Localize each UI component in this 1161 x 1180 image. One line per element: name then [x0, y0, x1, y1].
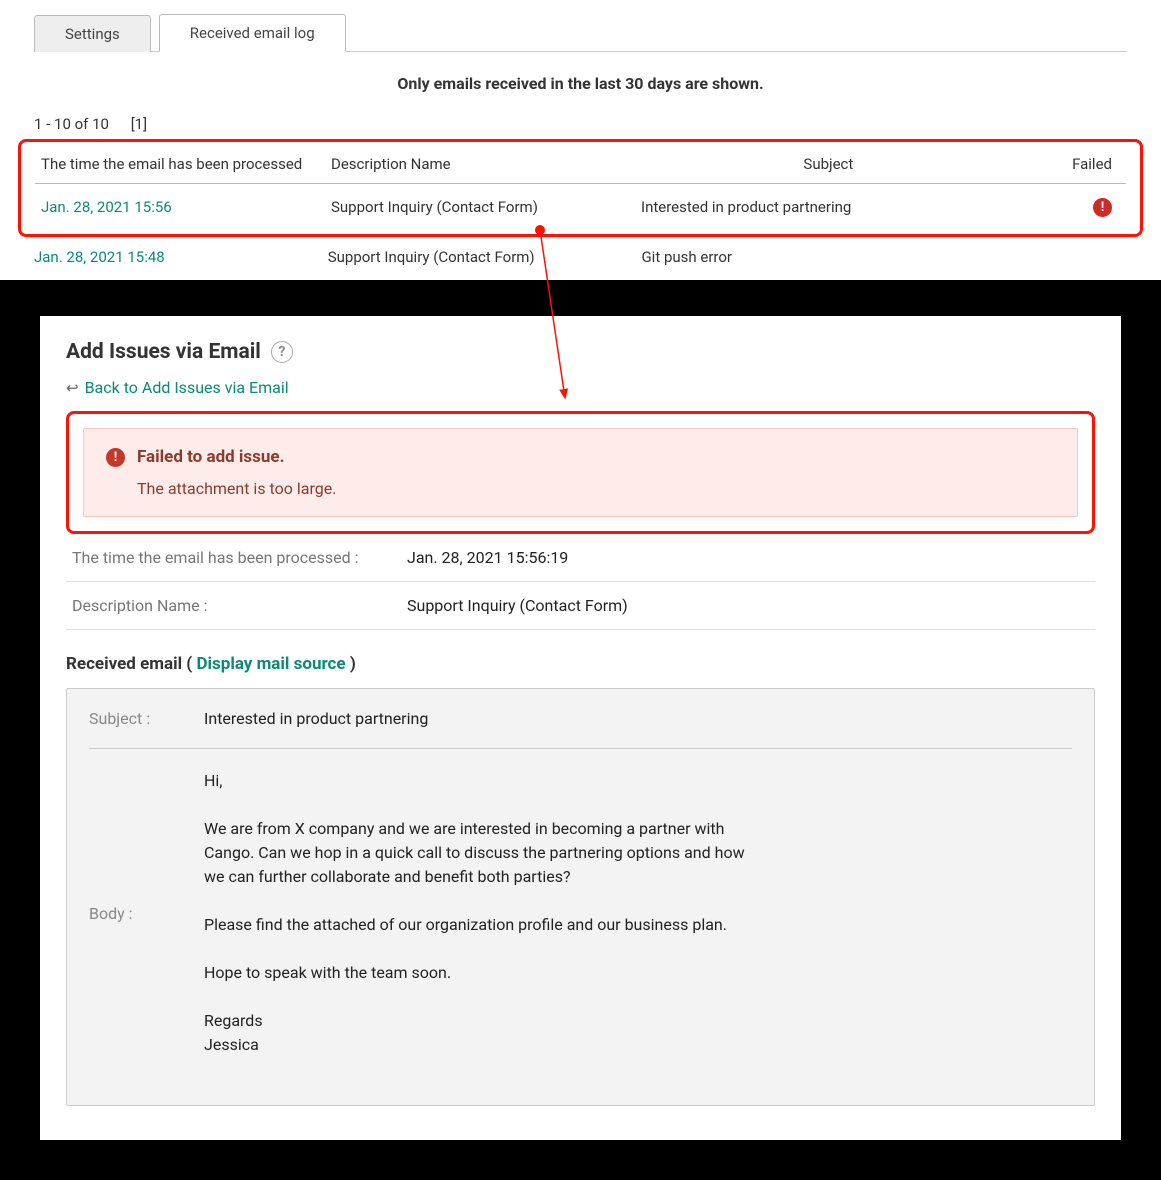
col-failed: Failed	[1022, 142, 1126, 184]
pager-current-page: [1]	[131, 115, 147, 133]
back-link[interactable]: ↩ Back to Add Issues via Email	[66, 378, 1095, 397]
email-log-table: The time the email has been processed De…	[35, 142, 1126, 230]
mail-body-value: Hi, We are from X company and we are int…	[204, 769, 764, 1057]
log-subject: Interested in product partnering	[635, 184, 1022, 231]
tab-received-email-log[interactable]: Received email log	[159, 14, 346, 52]
back-arrow-icon: ↩	[66, 379, 79, 397]
warning-icon: !	[1093, 198, 1112, 217]
warning-icon: !	[106, 448, 125, 467]
col-time: The time the email has been processed	[35, 142, 325, 184]
log-subject: Git push error	[641, 248, 732, 266]
error-highlight: ! Failed to add issue. The attachment is…	[66, 411, 1095, 534]
mail-content-box: Subject : Interested in product partneri…	[66, 688, 1095, 1106]
log-description: Support Inquiry (Contact Form)	[325, 184, 635, 231]
display-mail-source-link[interactable]: Display mail source	[196, 654, 345, 674]
description-name-label: Description Name :	[72, 596, 407, 615]
processed-time-label: The time the email has been processed :	[72, 548, 407, 567]
received-email-heading: Received email ( Display mail source )	[66, 654, 1095, 674]
col-subject: Subject	[635, 142, 1022, 184]
description-name-value: Support Inquiry (Contact Form)	[407, 596, 628, 615]
alert-title: Failed to add issue.	[137, 447, 285, 467]
table-row[interactable]: Jan. 28, 2021 15:48 Support Inquiry (Con…	[0, 237, 1161, 276]
back-link-label: Back to Add Issues via Email	[85, 378, 289, 397]
email-log-panel: Settings Received email log Only emails …	[0, 0, 1161, 280]
log-table-highlight: The time the email has been processed De…	[18, 139, 1143, 237]
alert-message: The attachment is too large.	[137, 479, 1055, 498]
mail-body-label: Body :	[89, 904, 204, 923]
table-row[interactable]: Jan. 28, 2021 15:56 Support Inquiry (Con…	[35, 184, 1126, 231]
log-date-notice: Only emails received in the last 30 days…	[0, 52, 1161, 115]
processed-time-value: Jan. 28, 2021 15:56:19	[407, 548, 568, 567]
email-detail-panel: Add Issues via Email ? ↩ Back to Add Iss…	[40, 316, 1121, 1140]
log-time-link[interactable]: Jan. 28, 2021 15:56	[41, 198, 172, 216]
tabs: Settings Received email log	[34, 13, 1127, 52]
log-time-link[interactable]: Jan. 28, 2021 15:48	[34, 248, 324, 266]
pager-range: 1 - 10 of 10	[34, 115, 109, 133]
mail-subject-value: Interested in product partnering	[204, 709, 764, 728]
log-description: Support Inquiry (Contact Form)	[328, 248, 638, 266]
mail-subject-label: Subject :	[89, 709, 204, 728]
pager: 1 - 10 of 10 [1]	[0, 115, 1161, 139]
help-icon[interactable]: ?	[271, 341, 293, 363]
page-title: Add Issues via Email ?	[66, 340, 1095, 364]
tab-settings[interactable]: Settings	[34, 15, 151, 52]
col-desc: Description Name	[325, 142, 635, 184]
alert-box: ! Failed to add issue. The attachment is…	[83, 428, 1078, 517]
